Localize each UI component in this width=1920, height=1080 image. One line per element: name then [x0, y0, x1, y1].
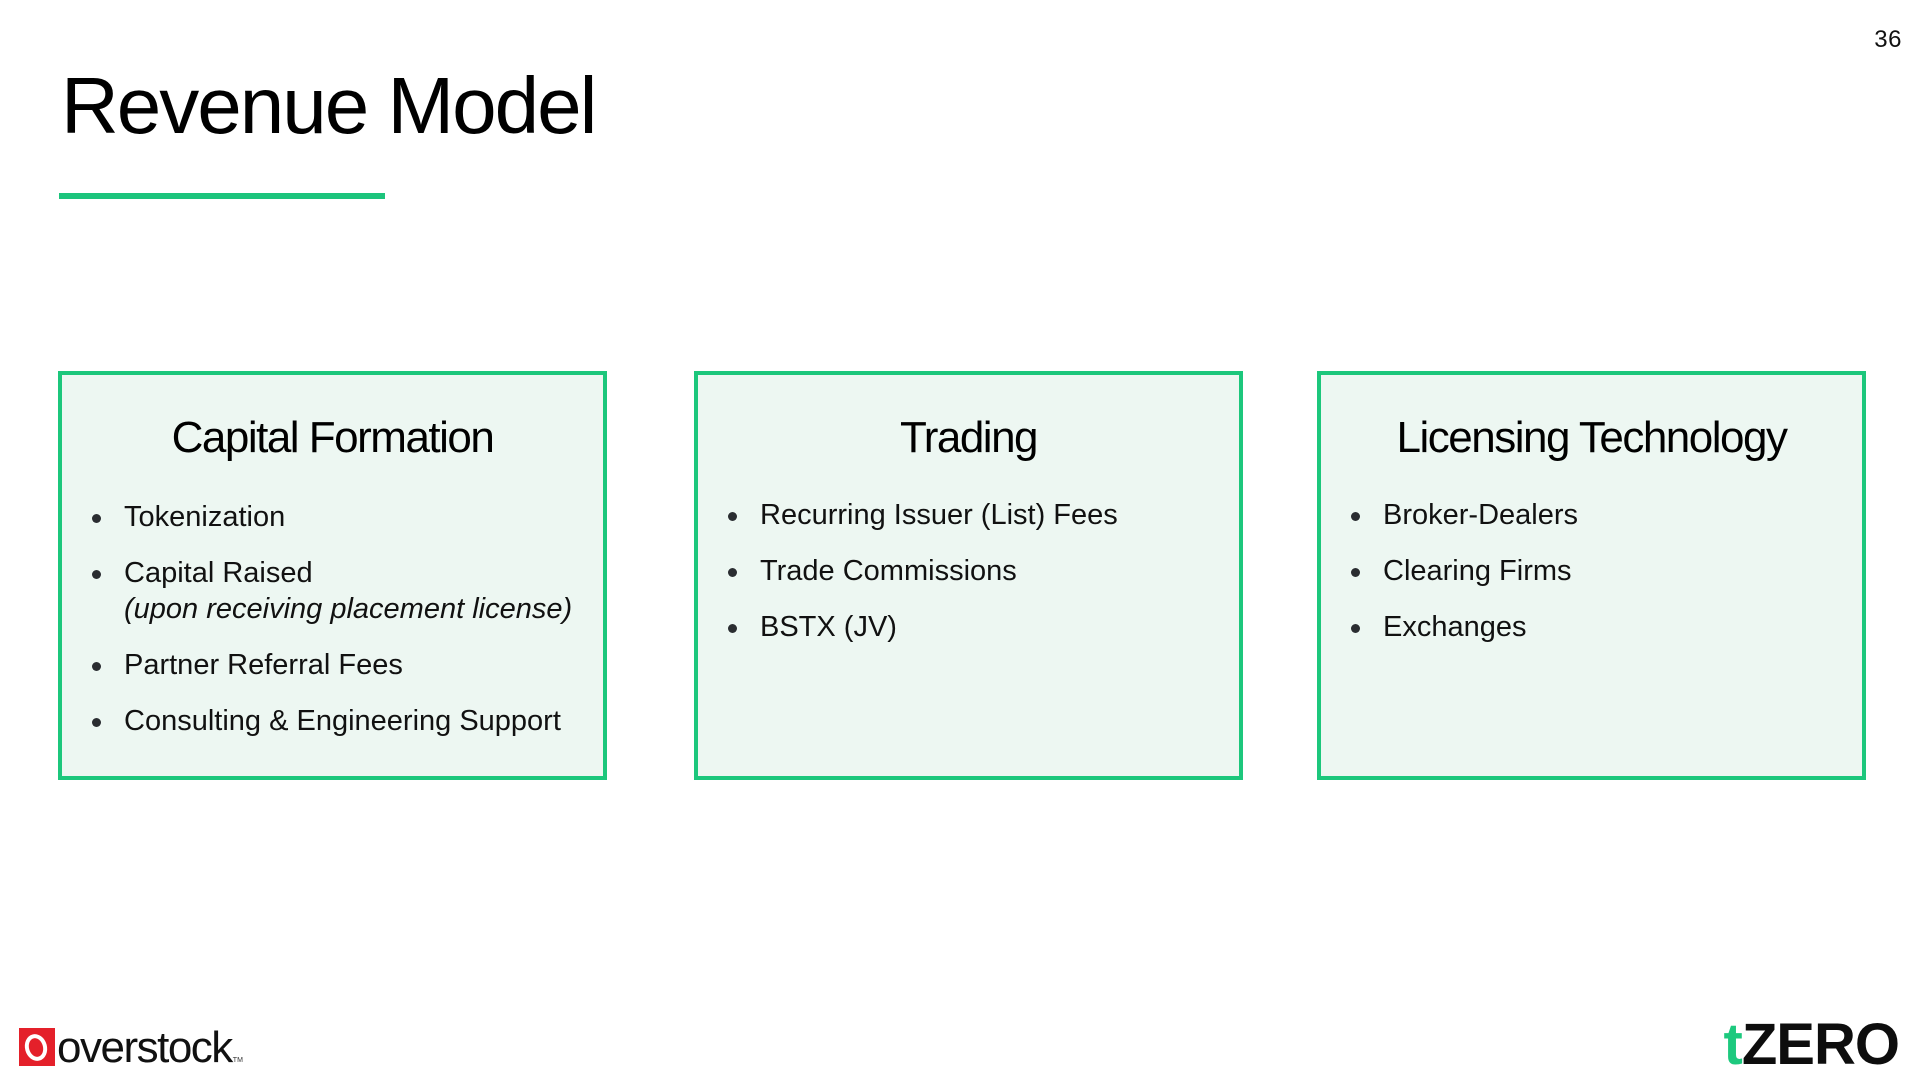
bullet-icon [92, 718, 101, 727]
bullet-icon [728, 512, 737, 521]
list-item-label: Clearing Firms [1383, 555, 1572, 587]
list-item: Consulting & Engineering Support [92, 703, 593, 739]
list-item: Clearing Firms [1351, 553, 1852, 589]
trademark-mark: TM [232, 1057, 243, 1064]
slide: 36 Revenue Model Capital Formation Token… [0, 0, 1920, 1080]
list-item: Broker-Dealers [1351, 497, 1852, 533]
slide-title: Revenue Model [61, 61, 597, 150]
list-item: Trade Commissions [728, 553, 1229, 589]
list-item-label: Recurring Issuer (List) Fees [760, 499, 1118, 531]
list-item-label: Capital Raised [124, 557, 313, 589]
title-underline [59, 193, 385, 199]
list-item-label: Trade Commissions [760, 555, 1017, 587]
list-item-note: (upon receiving placement license) [124, 593, 573, 625]
bullet-icon [92, 570, 101, 579]
list-item-label: BSTX (JV) [760, 611, 897, 643]
list-item: Tokenization [92, 499, 593, 535]
card-capital-formation: Capital Formation Tokenization Capital R… [58, 371, 607, 780]
list-item: BSTX (JV) [728, 609, 1229, 645]
list-item-label: Consulting & Engineering Support [124, 705, 561, 737]
list-item: Exchanges [1351, 609, 1852, 645]
list-item: Capital Raised (upon receiving placement… [92, 555, 593, 627]
bullet-icon [92, 662, 101, 671]
bullet-icon [728, 624, 737, 633]
card-bullet-list: Broker-Dealers Clearing Firms Exchanges [1351, 497, 1852, 665]
page-number: 36 [1874, 26, 1902, 53]
list-item-label: Exchanges [1383, 611, 1527, 643]
bullet-icon [728, 568, 737, 577]
card-title: Capital Formation [171, 413, 495, 462]
card-bullet-list: Recurring Issuer (List) Fees Trade Commi… [728, 497, 1229, 665]
overstock-logo: overstock TM [19, 1022, 243, 1072]
bullet-icon [1351, 512, 1360, 521]
bullet-icon [92, 514, 101, 523]
bullet-icon [1351, 624, 1360, 633]
overstock-o-icon [19, 1028, 55, 1066]
list-item: Partner Referral Fees [92, 647, 593, 683]
tzero-logo: t ZERO [1723, 1012, 1900, 1077]
list-item-label: Broker-Dealers [1383, 499, 1578, 531]
overstock-wordmark: overstock [57, 1023, 233, 1072]
list-item-label: Tokenization [124, 501, 286, 533]
bullet-icon [1351, 568, 1360, 577]
list-item-label: Partner Referral Fees [124, 649, 403, 681]
list-item: Recurring Issuer (List) Fees [728, 497, 1229, 533]
tzero-wordmark: ZERO [1741, 1012, 1900, 1077]
card-trading: Trading Recurring Issuer (List) Fees Tra… [694, 371, 1243, 780]
card-licensing-technology: Licensing Technology Broker-Dealers Clea… [1317, 371, 1866, 780]
card-title: Licensing Technology [1396, 413, 1788, 462]
card-title: Trading [899, 413, 1039, 462]
tzero-t-letter: t [1723, 1012, 1743, 1077]
card-bullet-list: Tokenization Capital Raised (upon receiv… [92, 499, 593, 759]
